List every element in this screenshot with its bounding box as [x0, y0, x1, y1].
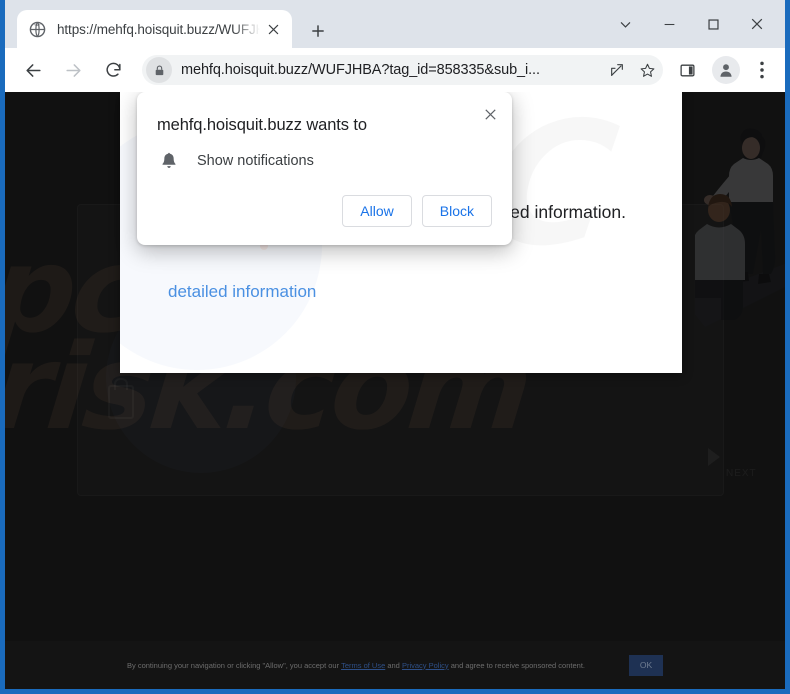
browser-tab[interactable]: https://mehfq.hoisquit.buzz/WUFJHBA?tag_…	[17, 10, 292, 48]
avatar[interactable]	[712, 56, 740, 84]
detailed-information-link[interactable]: detailed information	[168, 282, 316, 302]
privacy-policy-link[interactable]: Privacy Policy	[402, 661, 449, 670]
close-icon[interactable]	[476, 100, 504, 128]
window-controls	[603, 6, 779, 42]
side-panel-icon[interactable]	[672, 55, 702, 85]
terms-of-use-link[interactable]: Terms of Use	[341, 661, 385, 670]
page-viewport: NEXT	[5, 92, 785, 689]
new-tab-button[interactable]	[305, 18, 331, 44]
browser-window: https://mehfq.hoisquit.buzz/WUFJHBA?tag_…	[0, 0, 790, 694]
block-button[interactable]: Block	[421, 195, 492, 227]
url-text: mehfq.hoisquit.buzz/WUFJHBA?tag_id=85833…	[181, 62, 540, 78]
allow-button[interactable]: Allow	[342, 195, 412, 227]
share-icon[interactable]	[603, 56, 631, 84]
three-dot-menu-icon[interactable]	[748, 55, 776, 85]
reload-icon[interactable]	[96, 53, 130, 87]
back-arrow-icon[interactable]	[16, 53, 50, 87]
cookie-consent-bar: By continuing your navigation or clickin…	[5, 641, 785, 689]
cookie-text-after: and agree to receive sponsored content.	[450, 660, 585, 670]
permission-row: Show notifications	[137, 135, 512, 171]
chevron-down-icon[interactable]	[603, 7, 647, 41]
globe-icon	[29, 21, 46, 38]
lock-icon	[146, 57, 172, 83]
tab-close-icon[interactable]	[262, 18, 284, 40]
address-bar[interactable]: mehfq.hoisquit.buzz/WUFJHBA?tag_id=85833…	[142, 55, 663, 85]
star-icon[interactable]	[633, 56, 661, 84]
cookie-ok-button[interactable]: OK	[629, 654, 663, 676]
close-icon[interactable]	[735, 7, 779, 41]
notification-permission-dialog: mehfq.hoisquit.buzz wants to Show notifi…	[137, 92, 512, 245]
cookie-text-before: By continuing your navigation or clickin…	[127, 660, 340, 670]
permission-label: Show notifications	[197, 153, 314, 169]
cookie-text-mid: and	[387, 660, 400, 670]
bell-icon	[159, 151, 179, 171]
cookie-consent-text: By continuing your navigation or clickin…	[127, 661, 585, 670]
forward-arrow-icon	[56, 53, 90, 87]
browser-toolbar: mehfq.hoisquit.buzz/WUFJHBA?tag_id=85833…	[5, 48, 785, 92]
permission-dialog-title: mehfq.hoisquit.buzz wants to	[157, 116, 367, 134]
permission-actions: Allow Block	[137, 171, 512, 245]
minimize-icon[interactable]	[647, 7, 691, 41]
tab-strip: https://mehfq.hoisquit.buzz/WUFJHBA?tag_…	[5, 0, 785, 48]
maximize-icon[interactable]	[691, 7, 735, 41]
tab-title: https://mehfq.hoisquit.buzz/WUFJHBA?tag_…	[57, 21, 262, 37]
